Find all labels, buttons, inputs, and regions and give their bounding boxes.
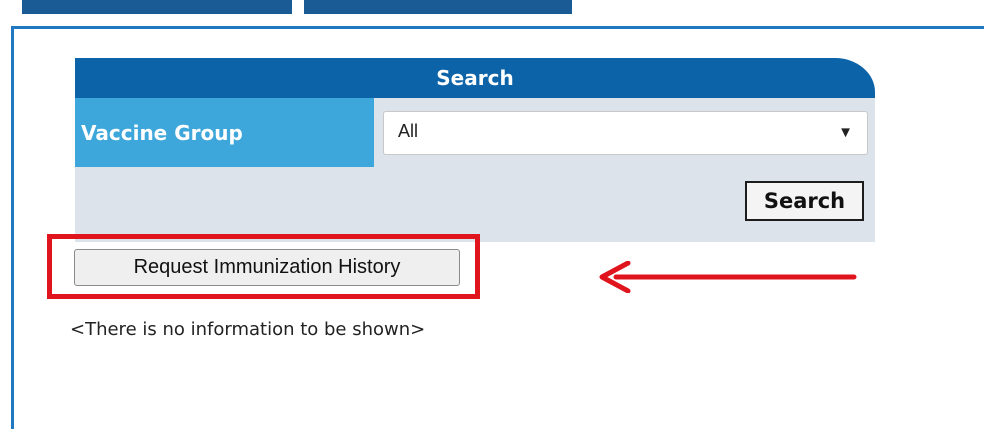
dropdown-arrow-icon[interactable]: ▼ <box>838 124 853 141</box>
vaccine-group-row: Vaccine Group All ▼ <box>75 98 875 167</box>
vaccine-group-select-wrap: All ▼ <box>374 98 875 167</box>
tab-strip-right[interactable] <box>304 0 572 14</box>
search-action-row: Search <box>75 167 875 242</box>
search-panel-title: Search <box>75 58 875 98</box>
vaccine-group-select[interactable]: All ▼ <box>383 110 868 155</box>
pointer-arrow-icon <box>599 261 857 293</box>
search-panel: Search Vaccine Group All ▼ Search <box>75 58 875 242</box>
vaccine-group-label: Vaccine Group <box>75 98 374 167</box>
empty-results-message: <There is no information to be shown> <box>70 319 426 340</box>
tab-strip-left[interactable] <box>22 0 292 14</box>
request-immunization-history-button[interactable]: Request Immunization History <box>74 249 460 286</box>
search-button[interactable]: Search <box>745 181 864 221</box>
vaccine-group-selected-value: All <box>398 120 419 141</box>
